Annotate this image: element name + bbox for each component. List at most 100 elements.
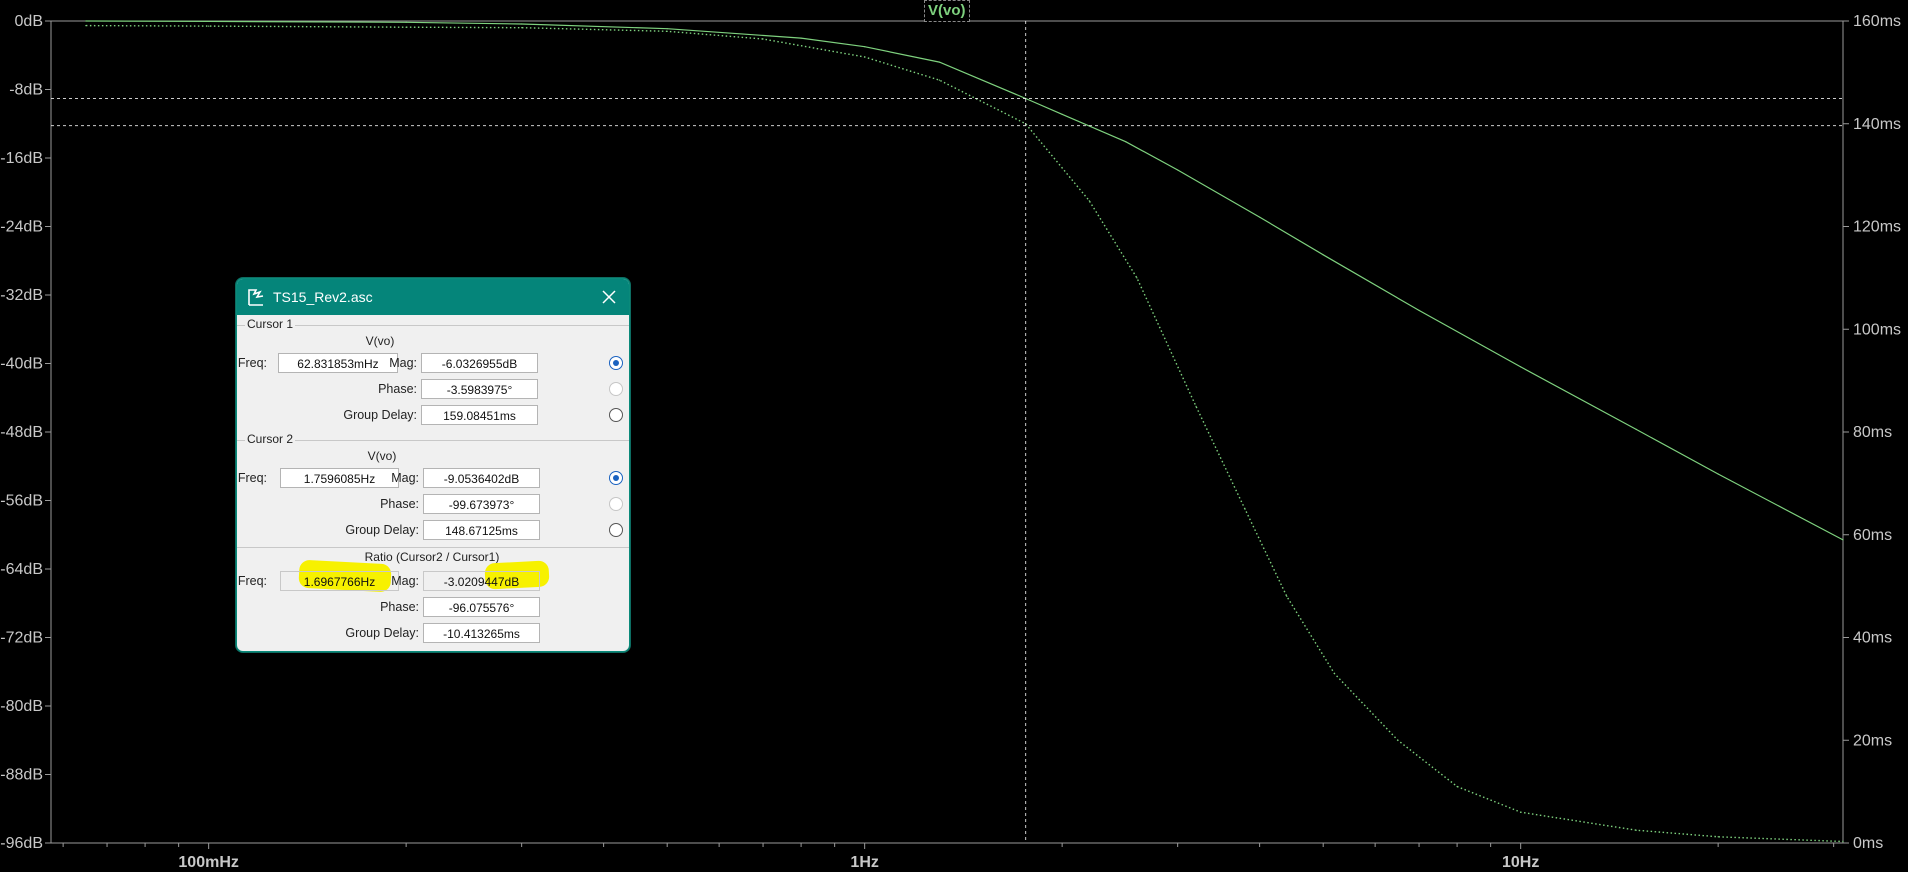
ratio-mag-field[interactable]: -3.0209447dB <box>423 571 540 591</box>
group_delay-point <box>1842 840 1844 843</box>
left-tick-label: -72dB <box>0 630 43 647</box>
cursor1-mag-label: Mag: <box>389 356 417 370</box>
magnitude-point <box>938 61 941 63</box>
magnitude-point <box>1322 254 1324 256</box>
magnitude-point <box>405 21 407 23</box>
left-tick-label: -88dB <box>0 767 43 784</box>
group_delay-point <box>1195 405 1197 407</box>
group_delay-point <box>85 25 87 27</box>
ratio-label: Ratio (Cursor2 / Cursor1) <box>364 550 500 564</box>
cursor1-mag-field[interactable]: -6.0326955dB <box>421 353 538 373</box>
left-tick-label: -16dB <box>0 150 43 167</box>
magnitude-point <box>1418 309 1420 311</box>
x-tick-label: 100mHz <box>178 854 238 871</box>
cursor2-expression: V(vo) <box>367 449 397 463</box>
magnitude-point <box>208 20 210 22</box>
group_delay-point <box>1520 811 1522 813</box>
cursor2-phase-radio[interactable] <box>609 497 623 511</box>
dialog-titlebar[interactable]: TS15_Rev2.asc <box>237 279 629 315</box>
magnitude-point <box>1717 473 1719 475</box>
cursor2-mag-field[interactable]: -9.0536402dB <box>423 468 540 488</box>
ratio-phase-field[interactable]: -96.075576° <box>423 597 540 617</box>
group_delay-point <box>1456 785 1458 788</box>
cursor1-label: Cursor 1 <box>245 317 296 331</box>
x-tick-label: 10Hz <box>1502 854 1539 871</box>
cursor1-gd-field[interactable]: 159.08451ms <box>421 405 538 425</box>
magnitude-point <box>1061 113 1063 115</box>
group_delay-point <box>208 25 210 27</box>
ratio-gd-label: Group Delay: <box>345 626 419 640</box>
group_delay-point <box>864 56 866 58</box>
ratio-phase-label: Phase: <box>380 600 419 614</box>
group_delay-point <box>1244 508 1246 510</box>
ltspice-icon <box>245 286 267 308</box>
left-tick-label: 0dB <box>15 13 43 30</box>
cursor2-gd-label: Group Delay: <box>345 523 419 537</box>
right-tick-label: 140ms <box>1853 116 1901 133</box>
close-button[interactable] <box>589 279 629 315</box>
magnitude-point <box>1520 366 1522 368</box>
cursor1-expression: V(vo) <box>365 334 395 348</box>
group_delay-point <box>666 30 668 32</box>
left-tick-label: -64dB <box>0 561 43 578</box>
left-tick-label: -48dB <box>0 424 43 441</box>
ratio-freq-label: Freq: <box>237 574 267 588</box>
magnitude-point <box>1177 169 1179 171</box>
group_delay-point <box>1397 739 1399 741</box>
group_delay-point <box>762 38 764 40</box>
left-tick-label: -24dB <box>0 219 43 236</box>
group_delay-point <box>1635 829 1637 831</box>
right-tick-label: 80ms <box>1853 424 1892 441</box>
dialog-title: TS15_Rev2.asc <box>273 289 373 305</box>
close-icon <box>602 290 616 304</box>
cursor1-gd-radio[interactable] <box>609 408 623 422</box>
cursor2-mag-radio[interactable] <box>609 471 623 485</box>
left-tick-label: -8dB <box>9 82 43 99</box>
right-tick-label: 120ms <box>1853 219 1901 236</box>
cursor2-mag-label: Mag: <box>391 471 419 485</box>
cursor1-phase-label: Phase: <box>378 382 417 396</box>
left-tick-label: -40dB <box>0 356 43 373</box>
ratio-gd-field[interactable]: -10.413265ms <box>423 623 540 643</box>
right-tick-label: 60ms <box>1853 527 1892 544</box>
cursor2-freq-label: Freq: <box>237 471 267 485</box>
left-tick-label: -56dB <box>0 493 43 510</box>
right-tick-label: 100ms <box>1853 321 1901 338</box>
left-tick-label: -80dB <box>0 698 43 715</box>
cursor2-label: Cursor 2 <box>245 432 296 446</box>
magnitude-point <box>1635 428 1637 430</box>
trace-label[interactable]: V(vo) <box>924 0 970 22</box>
right-tick-label: 20ms <box>1853 732 1892 749</box>
x-tick-label: 1Hz <box>850 854 878 871</box>
left-tick-label: -32dB <box>0 287 43 304</box>
group_delay-point <box>1088 200 1090 202</box>
magnitude-point <box>864 46 866 48</box>
cursor1-phase-radio[interactable] <box>609 382 623 396</box>
right-tick-label: 0ms <box>1853 835 1883 852</box>
group_delay-point <box>1717 836 1719 838</box>
cursor2-phase-label: Phase: <box>380 497 419 511</box>
group_delay-point <box>405 26 407 28</box>
right-tick-label: 160ms <box>1853 13 1901 30</box>
cursor1-freq-label: Freq: <box>237 356 267 370</box>
magnitude-point <box>521 23 523 25</box>
magnitude-point <box>1259 216 1261 218</box>
cursor2-gd-radio[interactable] <box>609 523 623 537</box>
left-tick-label: -96dB <box>0 835 43 852</box>
magnitude-point <box>1125 141 1127 143</box>
cursor-dialog[interactable]: TS15_Rev2.asc Cursor 1 V(vo) Freq: 62.83… <box>236 278 630 652</box>
group_delay-point <box>1136 277 1138 279</box>
cursor1-mag-radio[interactable] <box>609 356 623 370</box>
cursor2-phase-field[interactable]: -99.673973° <box>423 494 540 514</box>
right-tick-label: 40ms <box>1853 630 1892 647</box>
cursor2-gd-field[interactable]: 148.67125ms <box>423 520 540 540</box>
group_delay-point <box>521 27 523 29</box>
magnitude-point <box>1842 539 1844 541</box>
magnitude-point <box>85 20 87 22</box>
group_delay-point <box>938 79 941 81</box>
cursor1-gd-label: Group Delay: <box>343 408 417 422</box>
cursor1-phase-field[interactable]: -3.5983975° <box>421 379 538 399</box>
magnitude-point <box>666 28 668 30</box>
group_delay-point <box>1286 595 1288 598</box>
magnitude-point <box>800 37 802 39</box>
